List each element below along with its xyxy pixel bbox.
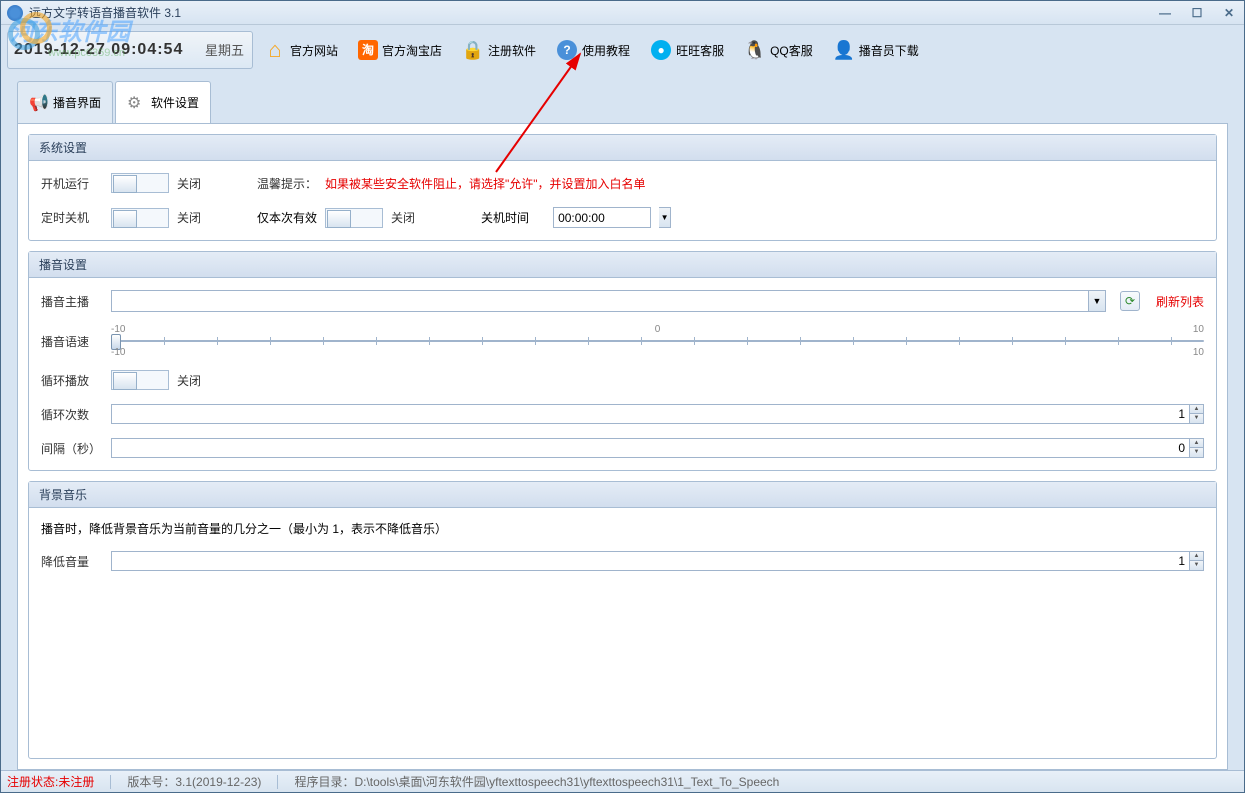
loop-play-state: 关闭 <box>177 372 201 389</box>
wangwang-service-button[interactable]: ● 旺旺客服 <box>641 31 733 69</box>
boot-run-state: 关闭 <box>177 175 201 192</box>
timed-shutdown-toggle[interactable] <box>111 208 169 228</box>
bgm-title: 背景音乐 <box>29 482 1216 508</box>
tutorial-button[interactable]: ? 使用教程 <box>547 31 639 69</box>
spinner-down[interactable]: ▼ <box>1190 561 1203 570</box>
shutdown-time-label: 关机时间 <box>481 209 529 226</box>
loop-play-toggle[interactable] <box>111 370 169 390</box>
system-settings-title: 系统设置 <box>29 135 1216 161</box>
loop-play-label: 循环播放 <box>41 372 103 389</box>
spinner-up[interactable]: ▲ <box>1190 552 1203 561</box>
bgm-description: 播音时，降低背景音乐为当前音量的几分之一（最小为 1，表示不降低音乐） <box>41 520 447 537</box>
reduce-volume-input[interactable]: 1 ▲▼ <box>111 551 1204 571</box>
shutdown-time-input[interactable] <box>553 207 651 228</box>
register-button[interactable]: 注册软件 <box>453 31 545 69</box>
tab-broadcast[interactable]: 播音界面 <box>17 81 113 123</box>
qq-icon <box>744 39 766 61</box>
once-only-state: 关闭 <box>391 209 415 226</box>
minimize-button[interactable]: — <box>1156 6 1174 20</box>
app-icon <box>7 5 23 21</box>
announcer-download-button[interactable]: 播音员下载 <box>824 31 928 69</box>
anchor-label: 播音主播 <box>41 293 103 310</box>
window-title: 远方文字转语音播音软件 3.1 <box>29 4 1156 21</box>
maximize-button[interactable]: ☐ <box>1188 6 1206 20</box>
refresh-list-button[interactable]: ⟳ <box>1120 291 1140 311</box>
refresh-list-label: 刷新列表 <box>1156 293 1204 310</box>
weekday-text: 星期五 <box>205 40 244 59</box>
speed-label: 播音语速 <box>41 333 103 350</box>
loop-count-label: 循环次数 <box>41 406 103 423</box>
spinner-up[interactable]: ▲ <box>1190 405 1203 414</box>
boot-run-label: 开机运行 <box>41 175 103 192</box>
dir-value: D:\tools\桌面\河东软件园\yftexttospeech31\yftex… <box>354 775 779 789</box>
official-site-button[interactable]: 官方网站 <box>255 31 347 69</box>
chevron-down-icon: ▼ <box>1088 291 1105 311</box>
version-label: 版本号： <box>127 775 175 789</box>
megaphone-icon <box>29 93 49 113</box>
close-button[interactable]: ✕ <box>1220 6 1238 20</box>
reg-status-label: 注册状态: <box>7 775 58 789</box>
interval-label: 间隔（秒） <box>41 440 103 457</box>
once-only-label: 仅本次有效 <box>257 209 317 226</box>
titlebar: 远方文字转语音播音软件 3.1 — ☐ ✕ <box>1 1 1244 25</box>
once-only-toggle[interactable] <box>325 208 383 228</box>
help-icon: ? <box>557 40 577 60</box>
bgm-group: 背景音乐 播音时，降低背景音乐为当前音量的几分之一（最小为 1，表示不降低音乐）… <box>28 481 1217 759</box>
spinner-down[interactable]: ▼ <box>1190 448 1203 457</box>
gear-icon <box>127 93 147 113</box>
home-icon <box>264 39 286 61</box>
lock-icon <box>462 39 484 61</box>
anchor-select[interactable]: ▼ <box>111 290 1106 312</box>
reg-status-value: 未注册 <box>58 775 94 789</box>
wangwang-icon: ● <box>651 40 671 60</box>
boot-run-toggle[interactable] <box>111 173 169 193</box>
shutdown-time-dropdown[interactable]: ▼ <box>659 207 671 228</box>
toolbar: 2019-12-27 09:04:54 星期五 官方网站 淘 官方淘宝店 注册软… <box>1 25 1244 75</box>
speed-slider[interactable]: -10 0 10 -10 10 <box>111 326 1204 356</box>
broadcast-settings-group: 播音设置 播音主播 ▼ ⟳ 刷新列表 播音语速 -10 <box>28 251 1217 471</box>
system-settings-group: 系统设置 开机运行 关闭 温馨提示： 如果被某些安全软件阻止，请选择"允许"，并… <box>28 134 1217 241</box>
warning-text: 如果被某些安全软件阻止，请选择"允许"，并设置加入白名单 <box>325 175 646 192</box>
qq-service-button[interactable]: QQ客服 <box>735 31 822 69</box>
main-window: 远方文字转语音播音软件 3.1 — ☐ ✕ 河东软件园 www.pc0359.c… <box>0 0 1245 793</box>
version-value: 3.1(2019-12-23) <box>175 775 261 789</box>
content-area: 播音界面 软件设置 系统设置 开机运行 关闭 温馨提示： 如果被某些安全软件阻止… <box>1 75 1244 770</box>
announcer-icon <box>833 39 855 61</box>
tabs-row: 播音界面 软件设置 <box>17 81 1228 123</box>
timed-shutdown-label: 定时关机 <box>41 209 103 226</box>
broadcast-settings-title: 播音设置 <box>29 252 1216 278</box>
warning-prefix: 温馨提示： <box>257 175 317 192</box>
datetime-display: 2019-12-27 09:04:54 星期五 <box>7 31 253 69</box>
taobao-shop-button[interactable]: 淘 官方淘宝店 <box>349 31 451 69</box>
spinner-down[interactable]: ▼ <box>1190 414 1203 423</box>
reduce-volume-label: 降低音量 <box>41 553 103 570</box>
tab-settings[interactable]: 软件设置 <box>115 81 211 123</box>
interval-input[interactable]: 0 ▲▼ <box>111 438 1204 458</box>
dir-label: 程序目录： <box>294 775 354 789</box>
loop-count-input[interactable]: 1 ▲▼ <box>111 404 1204 424</box>
spinner-up[interactable]: ▲ <box>1190 439 1203 448</box>
settings-panel: 系统设置 开机运行 关闭 温馨提示： 如果被某些安全软件阻止，请选择"允许"，并… <box>17 123 1228 770</box>
taobao-icon: 淘 <box>358 40 378 60</box>
timed-shutdown-state: 关闭 <box>177 209 201 226</box>
statusbar: 注册状态:未注册 版本号：3.1(2019-12-23) 程序目录：D:\too… <box>1 770 1244 792</box>
